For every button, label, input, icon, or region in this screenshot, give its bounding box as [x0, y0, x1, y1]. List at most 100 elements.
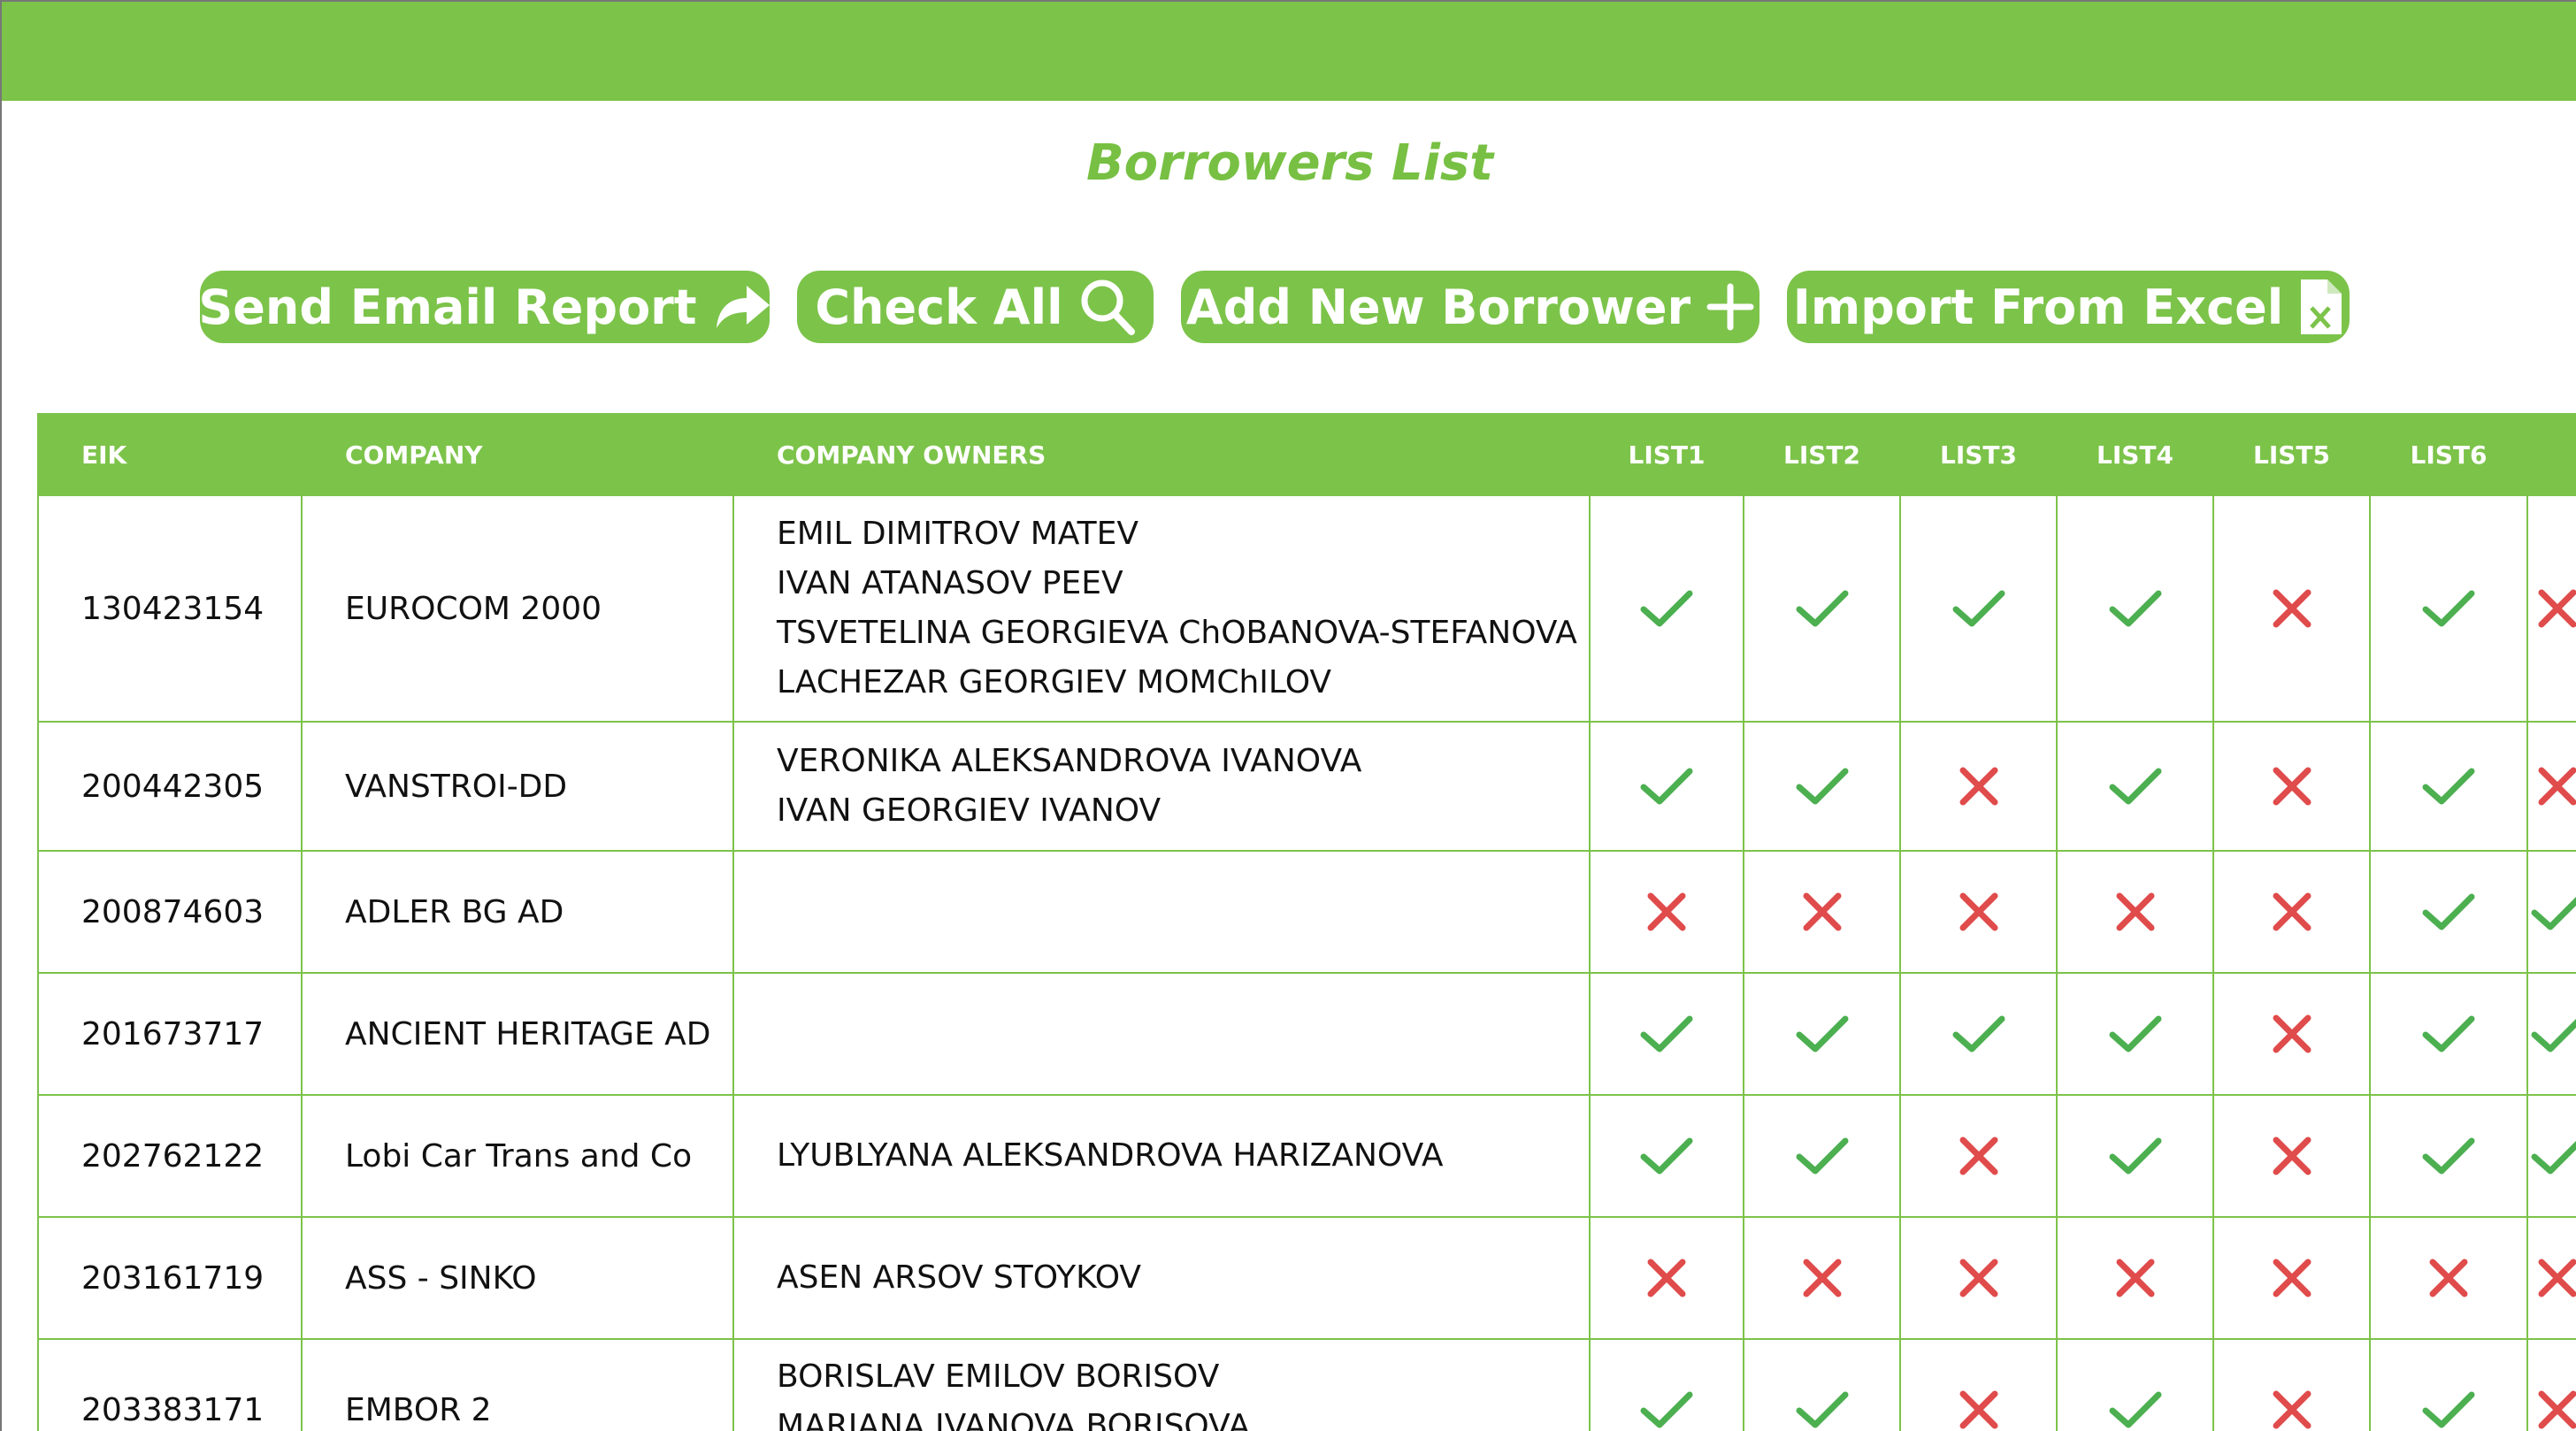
cross-icon [2273, 1390, 2312, 1429]
column-header-list4[interactable]: LIST4 [2056, 413, 2214, 496]
column-header-list7-partial[interactable] [2526, 413, 2576, 496]
table-row[interactable]: 203383171 EMBOR 2 BORISLAV EMILOV BORISOV M… [37, 1338, 2576, 1431]
checkmark-icon [1796, 1014, 1849, 1052]
list1-status-cell [1589, 850, 1744, 974]
list3-status-cell [1899, 721, 2058, 852]
page: Borrowers List Send Email Report Check A… [0, 0, 2576, 1431]
list4-status-cell [2056, 1338, 2214, 1431]
table-body: 130423154 EUROCOM 2000 EMIL DIMITROV MATEV… [37, 494, 2576, 1431]
import-from-excel-button[interactable]: Import From Excel [1787, 271, 2350, 343]
plus-icon [1706, 283, 1754, 331]
eik-cell: 203161719 [37, 1216, 303, 1340]
list4-status-cell [2056, 721, 2214, 852]
cross-icon [1959, 1136, 1998, 1175]
table-row[interactable]: 130423154 EUROCOM 2000 EMIL DIMITROV MATEV… [37, 494, 2576, 723]
owner-name: IVAN ATANASOV PEEV [777, 565, 1123, 601]
list2-status-cell [1743, 1338, 1901, 1431]
company-cell: EMBOR 2 [301, 1338, 734, 1431]
search-icon [1079, 278, 1136, 336]
cross-icon [1647, 892, 1686, 931]
checkmark-icon [1952, 1014, 2005, 1052]
checkmark-icon [2422, 1136, 2475, 1175]
checkmark-icon [1796, 1136, 1849, 1175]
checkmark-icon [2422, 767, 2475, 805]
checkmark-icon [1952, 589, 2005, 627]
eik-cell: 201673717 [37, 972, 303, 1096]
owner-name: IVAN GEORGIEV IVANOV [777, 792, 1162, 829]
list3-status-cell [1899, 972, 2058, 1096]
checkmark-icon [1640, 1136, 1693, 1175]
list6-status-cell [2369, 972, 2528, 1096]
list1-status-cell [1589, 1094, 1744, 1218]
add-new-borrower-button[interactable]: Add New Borrower [1181, 271, 1760, 343]
list2-status-cell [1743, 1094, 1901, 1218]
table-row[interactable]: 200874603 ADLER BG AD [37, 850, 2576, 974]
company-owners-cell: LYUBLYANA ALEKSANDROVA HARIZANOVA [732, 1094, 1591, 1218]
table-row[interactable]: 202762122 Lobi Car Trans and Co LYUBLYANA … [37, 1094, 2576, 1218]
company-cell: VANSTROI-DD [301, 721, 734, 852]
list7-status-cell [2526, 1338, 2576, 1431]
eik-cell: 203383171 [37, 1338, 303, 1431]
company-cell: ANCIENT HERITAGE AD [301, 972, 734, 1096]
cross-icon [2538, 1390, 2576, 1429]
list2-status-cell [1743, 494, 1901, 723]
list5-status-cell [2212, 850, 2371, 974]
column-header-list3[interactable]: LIST3 [1899, 413, 2058, 496]
owner-name: TSVETELINA GEORGIEVA ChOBANOVA-STEFANOVA [777, 615, 1577, 651]
column-header-eik[interactable]: EIK [37, 413, 303, 496]
column-header-company-owners[interactable]: COMPANY OWNERS [732, 413, 1591, 496]
cross-icon [1959, 1390, 1998, 1429]
checkmark-icon [2422, 589, 2475, 627]
eik-cell: 200442305 [37, 721, 303, 852]
list4-status-cell [2056, 850, 2214, 974]
table-row[interactable]: 200442305 VANSTROI-DD VERONIKA ALEKSANDROV… [37, 721, 2576, 852]
cross-icon [1959, 767, 1998, 806]
list7-status-cell [2526, 1216, 2576, 1340]
list1-status-cell [1589, 1338, 1744, 1431]
cross-icon [2538, 589, 2576, 628]
column-header-company[interactable]: COMPANY [301, 413, 734, 496]
list3-status-cell [1899, 850, 2058, 974]
table-row[interactable]: 203161719 ASS - SINKO ASEN ARSOV STOYKOV [37, 1216, 2576, 1340]
checkmark-icon [2422, 892, 2475, 930]
list5-status-cell [2212, 972, 2371, 1096]
owner-name: BORISLAV EMILOV BORISOV [777, 1358, 1220, 1395]
cross-icon [2429, 1259, 2468, 1297]
checkmark-icon [2109, 1390, 2162, 1428]
list7-status-cell [2526, 721, 2576, 852]
excel-file-icon [2299, 278, 2343, 336]
cross-icon [2273, 1136, 2312, 1175]
table-row[interactable]: 201673717 ANCIENT HERITAGE AD [37, 972, 2576, 1096]
list7-status-cell [2526, 850, 2576, 974]
list5-status-cell [2212, 494, 2371, 723]
list4-status-cell [2056, 972, 2214, 1096]
column-header-list6[interactable]: LIST6 [2369, 413, 2528, 496]
list4-status-cell [2056, 1094, 2214, 1218]
page-title: Borrowers List [1085, 134, 1493, 192]
list1-status-cell [1589, 721, 1744, 852]
checkmark-icon [2109, 1014, 2162, 1052]
company-cell: ASS - SINKO [301, 1216, 734, 1340]
eik-cell: 202762122 [37, 1094, 303, 1218]
checkmark-icon [1640, 767, 1693, 805]
company-owners-cell: BORISLAV EMILOV BORISOV MARIANA IVANOVA B… [732, 1338, 1591, 1431]
checkmark-icon [1796, 589, 1849, 627]
company-cell: ADLER BG AD [301, 850, 734, 974]
checkmark-icon [1640, 1390, 1693, 1428]
list1-status-cell [1589, 972, 1744, 1096]
list5-status-cell [2212, 1216, 2371, 1340]
checkmark-icon [2531, 1136, 2576, 1176]
column-header-list2[interactable]: LIST2 [1743, 413, 1901, 496]
check-all-button[interactable]: Check All [797, 271, 1154, 343]
eik-cell: 200874603 [37, 850, 303, 974]
cross-icon [1803, 1259, 1842, 1297]
checkmark-icon [2109, 767, 2162, 805]
column-header-list5[interactable]: LIST5 [2212, 413, 2371, 496]
list6-status-cell [2369, 494, 2528, 723]
list7-status-cell [2526, 972, 2576, 1096]
column-header-list1[interactable]: LIST1 [1589, 413, 1744, 496]
cross-icon [1803, 892, 1842, 931]
company-owners-cell: VERONIKA ALEKSANDROVA IVANOVA IVAN GEORGI… [732, 721, 1591, 852]
send-email-report-label: Send Email Report [198, 279, 697, 335]
send-email-report-button[interactable]: Send Email Report [198, 271, 770, 343]
